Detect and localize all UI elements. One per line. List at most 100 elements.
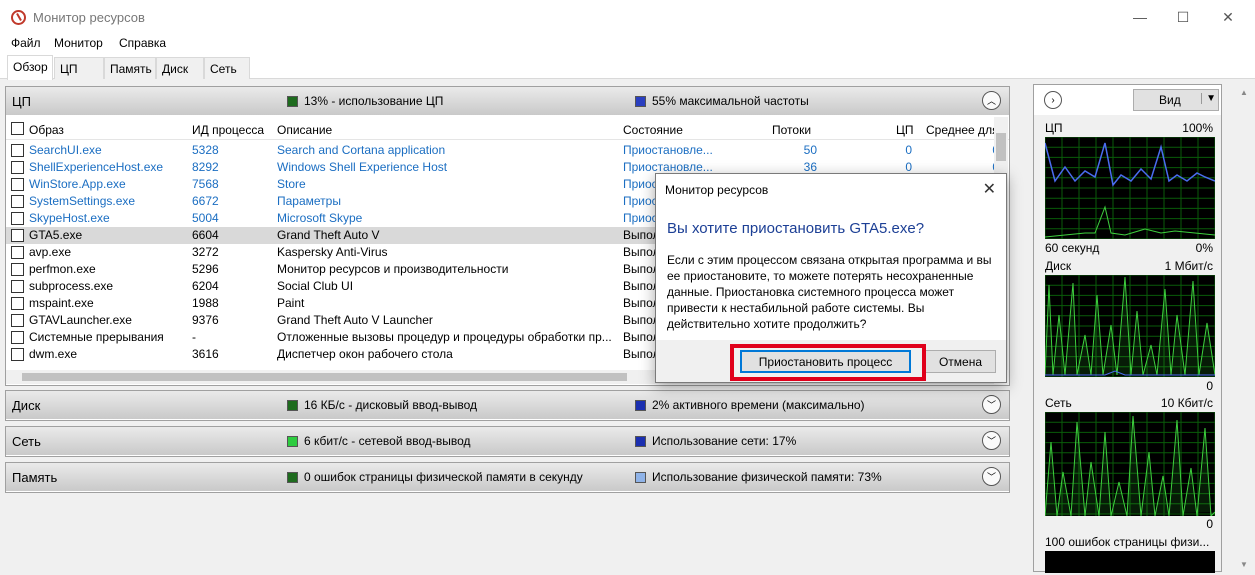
cell-desc: Search and Cortana application (277, 143, 446, 157)
cell-image: GTAVLauncher.exe (29, 313, 132, 327)
network-section-title: Сеть (12, 434, 41, 449)
col-cpu[interactable]: ЦП (896, 123, 914, 137)
cell-desc: Windows Shell Experience Host (277, 160, 448, 174)
row-checkbox[interactable] (11, 246, 24, 259)
memory-graph-label: 100 ошибок страницы физи... (1045, 535, 1210, 549)
expand-graphs-icon[interactable]: › (1044, 91, 1062, 109)
tab-memory[interactable]: Память (104, 57, 156, 79)
cell-desc: Отложенные вызовы процедур и процедуры о… (277, 330, 612, 344)
row-checkbox[interactable] (11, 331, 24, 344)
close-window-button[interactable]: ✕ (1205, 0, 1251, 34)
network-graph-label: Сеть (1045, 396, 1072, 410)
mem-usage-swatch (635, 472, 646, 483)
network-graph (1045, 412, 1215, 516)
mem-faults-swatch (287, 472, 298, 483)
scroll-up-icon[interactable]: ▲ (1240, 88, 1248, 97)
tab-network[interactable]: Сеть (204, 57, 250, 79)
row-checkbox[interactable] (11, 263, 24, 276)
cpu-graph-min: 0% (1195, 241, 1213, 255)
resource-monitor-icon (11, 10, 26, 25)
cpu-usage-swatch (287, 96, 298, 107)
window-title: Монитор ресурсов (33, 10, 145, 25)
menu-file[interactable]: Файл (11, 36, 41, 50)
menu-help[interactable]: Справка (119, 36, 166, 50)
disk-graph-min: 0 (1206, 379, 1213, 393)
network-section[interactable]: Сеть 6 кбит/с - сетевой ввод-вывод Испол… (5, 426, 1010, 457)
select-all-checkbox[interactable] (11, 122, 24, 135)
disk-active-text: 2% активного времени (максимально) (652, 398, 865, 412)
cell-desc: Параметры (277, 194, 341, 208)
cell-pid: 3272 (192, 245, 219, 259)
expand-chevron-icon[interactable]: ﹀ (982, 431, 1001, 450)
col-pid[interactable]: ИД процесса (192, 123, 264, 137)
row-checkbox[interactable] (11, 229, 24, 242)
menu-bar: Файл Монитор Справка (0, 34, 1255, 54)
row-checkbox[interactable] (11, 144, 24, 157)
cell-pid: 6204 (192, 279, 219, 293)
network-graph-max: 10 Кбит/с (1160, 396, 1213, 410)
graphs-panel: › Вид ▼ ЦП 100% 60 секунд 0% Диск 1 Мбит… (1033, 84, 1222, 573)
cancel-button[interactable]: Отмена (925, 350, 996, 373)
graphs-scrollbar[interactable]: ▲ ▼ (1237, 84, 1252, 572)
cell-pid: - (192, 330, 196, 344)
disk-graph-max: 1 Мбит/с (1164, 259, 1213, 273)
maximize-button[interactable]: ☐ (1160, 0, 1206, 34)
tab-disk[interactable]: Диск (156, 57, 204, 79)
memory-section[interactable]: Память 0 ошибок страницы физической памя… (5, 462, 1010, 493)
memory-section-title: Память (12, 470, 58, 485)
network-section-header[interactable]: Сеть 6 кбит/с - сетевой ввод-вывод Испол… (6, 427, 1009, 455)
row-checkbox[interactable] (11, 348, 24, 361)
row-checkbox[interactable] (11, 161, 24, 174)
table-row[interactable]: SearchUI.exe 5328 Search and Cortana appli… (6, 142, 999, 159)
menu-monitor[interactable]: Монитор (54, 36, 103, 50)
row-checkbox[interactable] (11, 314, 24, 327)
cell-cpu: 0 (905, 160, 912, 174)
disk-section[interactable]: Диск 16 КБ/с - дисковый ввод-вывод 2% ак… (5, 390, 1010, 421)
memory-section-header[interactable]: Память 0 ошибок страницы физической памя… (6, 463, 1009, 491)
highlight-annotation (730, 344, 926, 381)
cell-image: ShellExperienceHost.exe (29, 160, 164, 174)
tab-cpu[interactable]: ЦП (54, 57, 104, 79)
col-average[interactable]: Среднее для (926, 123, 999, 137)
row-checkbox[interactable] (11, 280, 24, 293)
cpu-section-title: ЦП (12, 94, 31, 109)
dialog-close-icon[interactable]: ✕ (983, 179, 996, 199)
cell-pid: 1988 (192, 296, 219, 310)
cpu-freq-swatch (635, 96, 646, 107)
col-threads[interactable]: Потоки (772, 123, 811, 137)
collapse-chevron-icon[interactable]: ︿ (982, 91, 1001, 110)
mem-faults-text: 0 ошибок страницы физической памяти в се… (304, 470, 583, 484)
disk-io-swatch (287, 400, 298, 411)
disk-active-swatch (635, 400, 646, 411)
cell-image: WinStore.App.exe (29, 177, 126, 191)
row-checkbox[interactable] (11, 195, 24, 208)
cell-state: Приостановле... (623, 143, 713, 157)
cell-pid: 9376 (192, 313, 219, 327)
cpu-section-header[interactable]: ЦП 13% - использование ЦП 55% максимальн… (6, 87, 1009, 115)
cell-pid: 5296 (192, 262, 219, 276)
network-graph-min: 0 (1206, 517, 1213, 531)
cell-pid: 6604 (192, 228, 219, 242)
cell-image: GTA5.exe (29, 228, 83, 242)
view-dropdown[interactable]: Вид ▼ (1133, 89, 1219, 111)
scroll-down-icon[interactable]: ▼ (1240, 560, 1248, 569)
cell-cpu: 0 (905, 143, 912, 157)
cell-desc: Grand Theft Auto V Launcher (277, 313, 433, 327)
cell-desc: Grand Theft Auto V (277, 228, 380, 242)
cpu-graph-max: 100% (1182, 121, 1213, 135)
row-checkbox[interactable] (11, 297, 24, 310)
col-state[interactable]: Состояние (623, 123, 683, 137)
cell-pid: 8292 (192, 160, 219, 174)
minimize-button[interactable]: — (1117, 0, 1163, 34)
expand-chevron-icon[interactable]: ﹀ (982, 395, 1001, 414)
row-checkbox[interactable] (11, 212, 24, 225)
row-checkbox[interactable] (11, 178, 24, 191)
tab-overview[interactable]: Обзор (7, 55, 53, 80)
cell-desc: Диспетчер окон рабочего стола (277, 347, 453, 361)
expand-chevron-icon[interactable]: ﹀ (982, 467, 1001, 486)
disk-section-header[interactable]: Диск 16 КБ/с - дисковый ввод-вывод 2% ак… (6, 391, 1009, 419)
dialog-heading: Вы хотите приостановить GTA5.exe? (667, 220, 925, 237)
col-image[interactable]: Образ (29, 123, 64, 137)
col-description[interactable]: Описание (277, 123, 332, 137)
cell-pid: 3616 (192, 347, 219, 361)
